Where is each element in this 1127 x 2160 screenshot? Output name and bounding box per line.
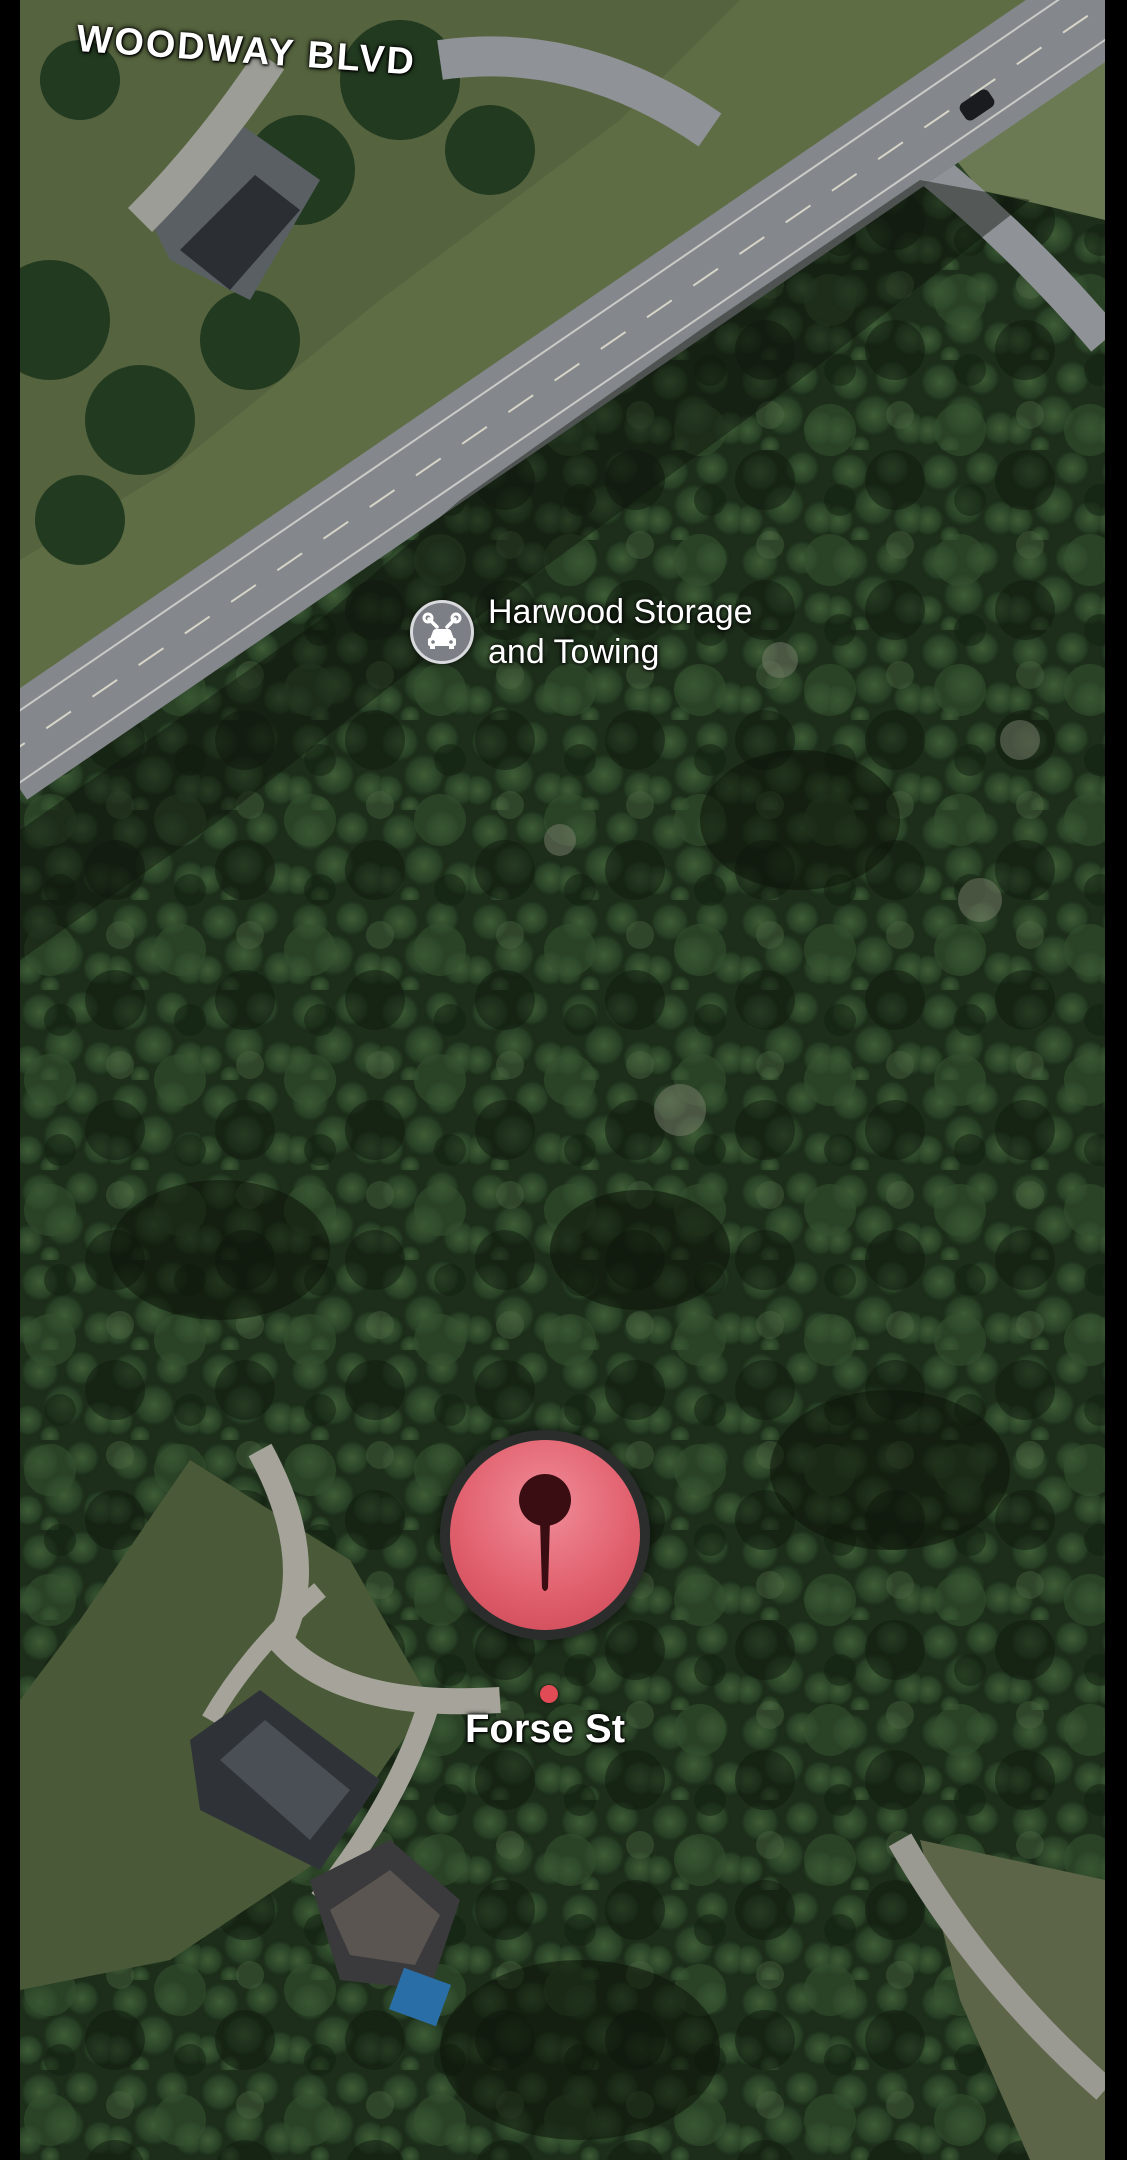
satellite-map[interactable]: WOODWAY BLVD Harwood Storage and Towing [20,0,1105,2160]
poi-label-line2: and Towing [488,633,660,671]
location-pin-icon [450,1440,640,1630]
pushpin-glyph [519,1474,571,1591]
car-service-icon [410,600,474,664]
satellite-imagery [20,0,1105,2160]
car-wrench-glyph [422,612,462,649]
poi-harwood-storage-and-towing[interactable]: Harwood Storage and Towing [410,592,828,672]
poi-label: Harwood Storage and Towing [488,592,828,672]
dropped-pin-label: Forse St [464,1707,626,1751]
poi-label-line1: Harwood Storage [488,593,753,631]
pin-location-dot [540,1685,558,1703]
dropped-pin-marker[interactable] [440,1430,650,1640]
